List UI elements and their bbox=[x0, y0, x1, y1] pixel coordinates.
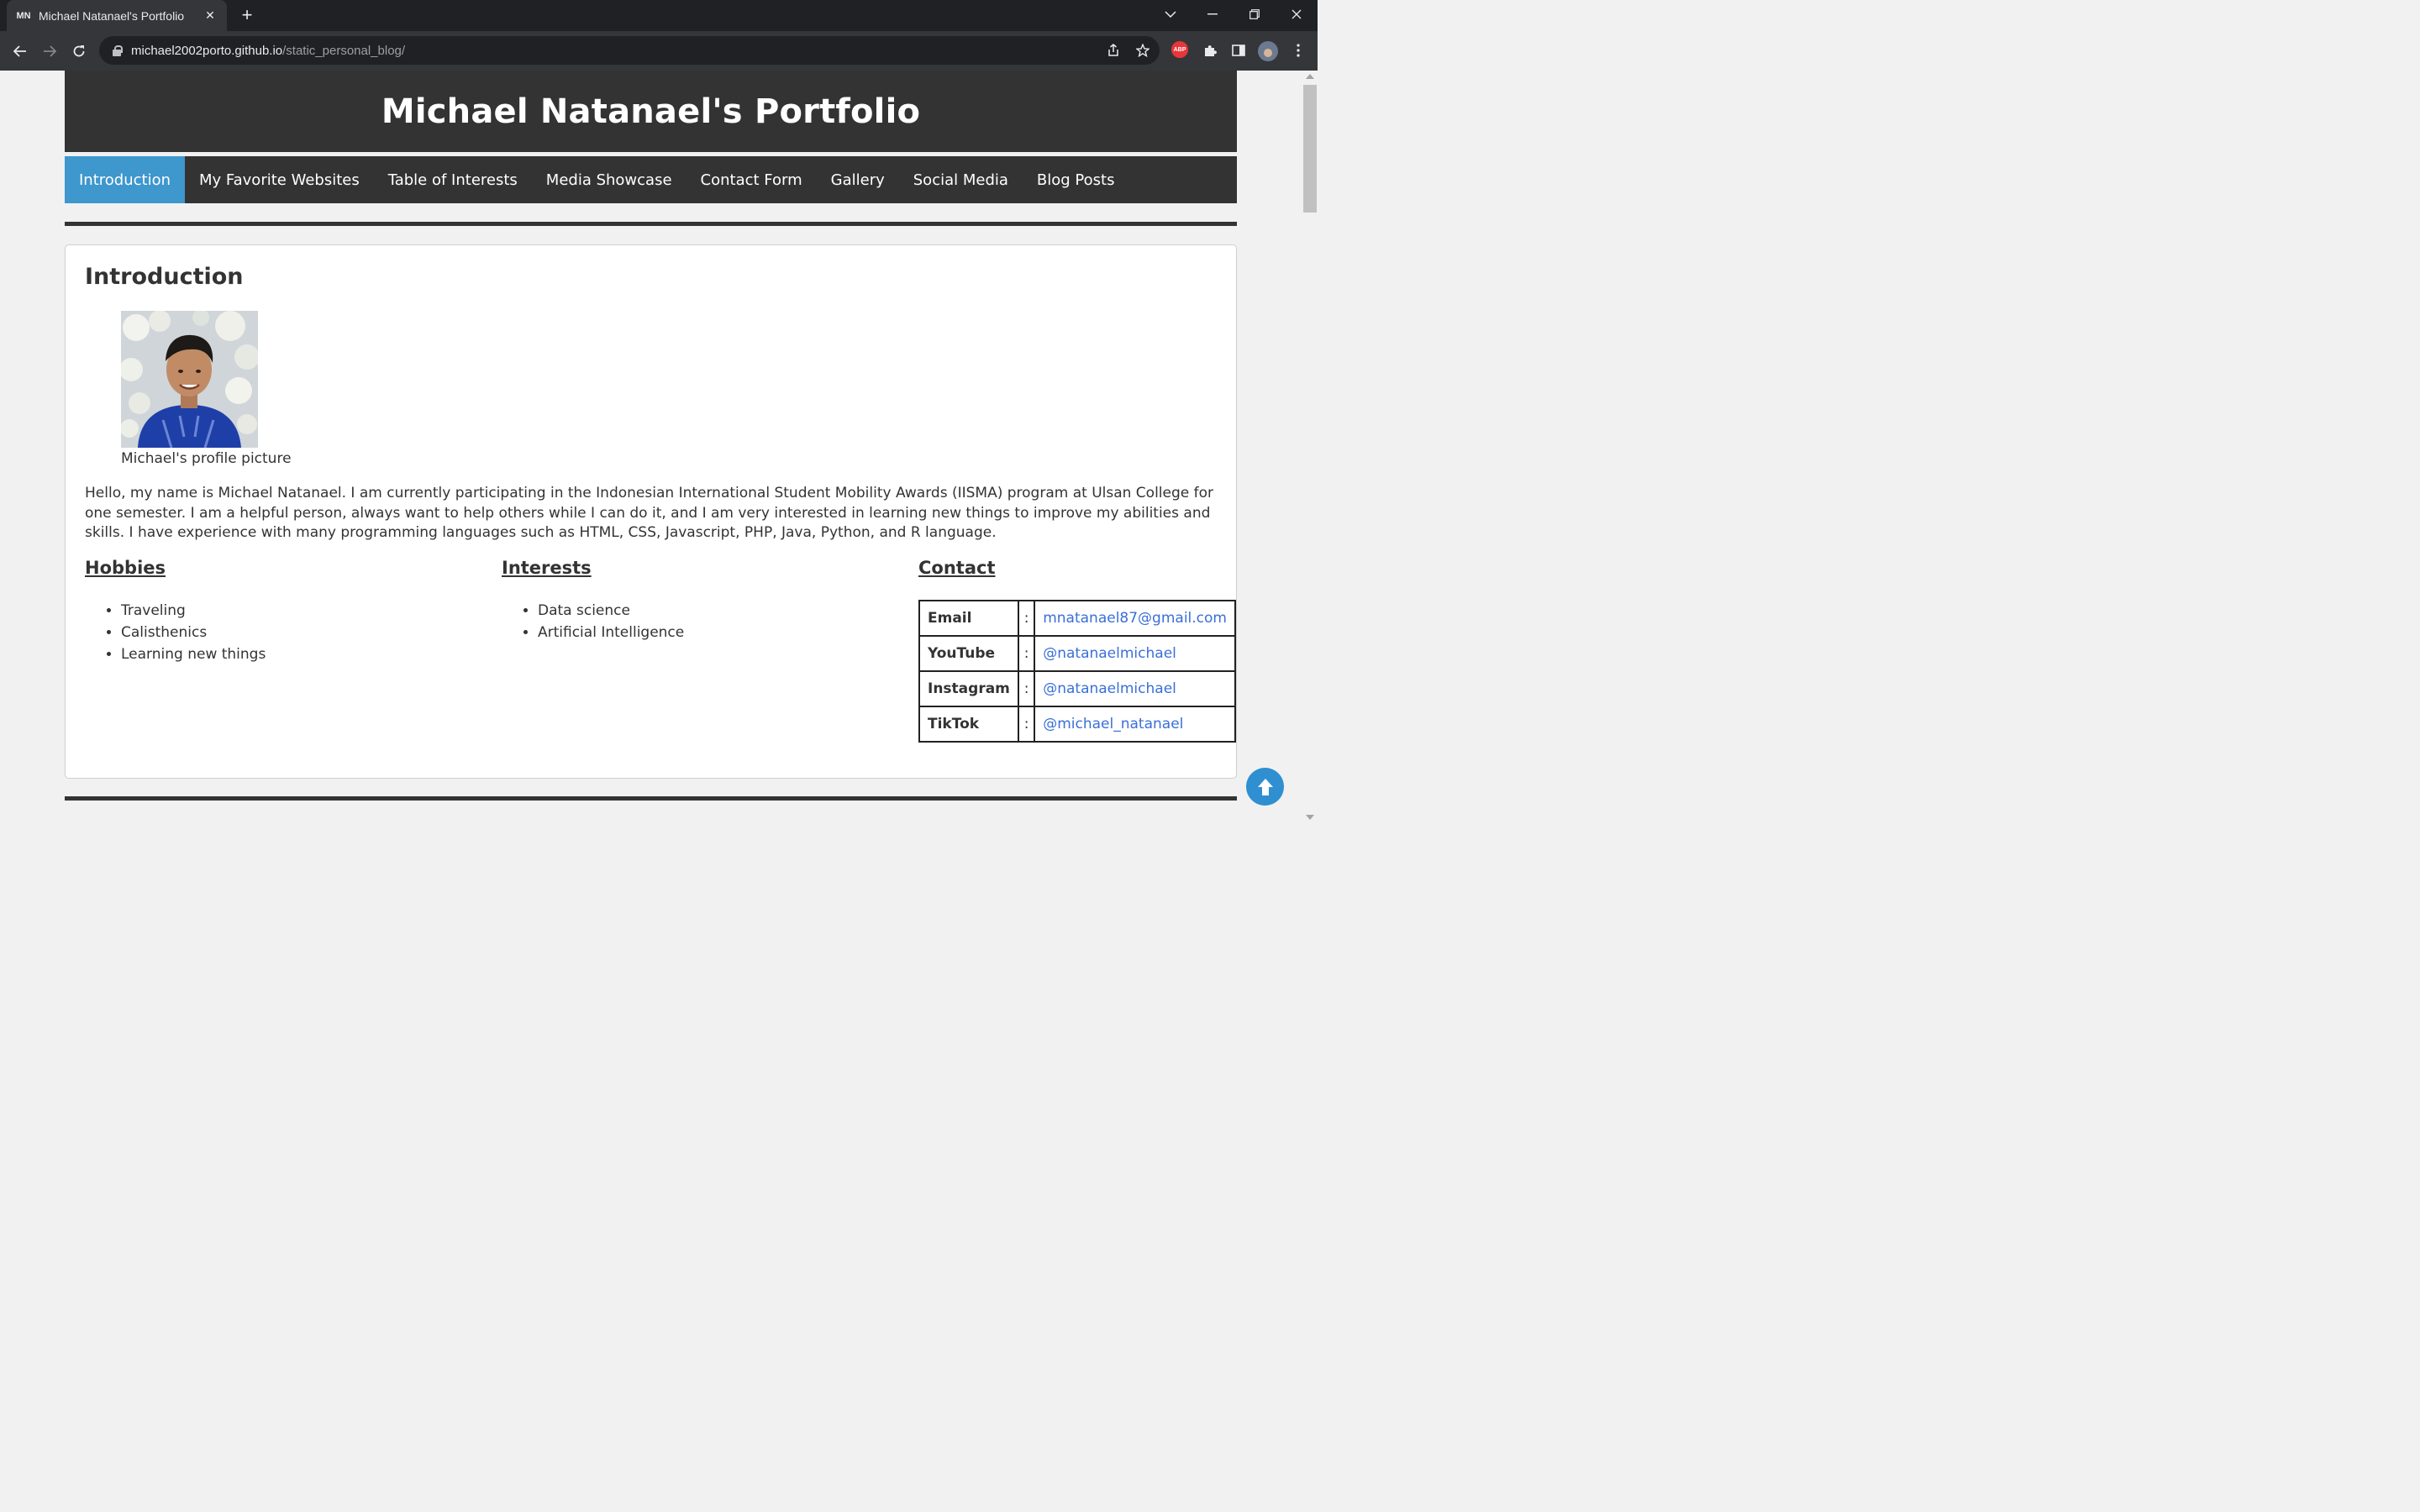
interests-list: Data science Artificial Intelligence bbox=[502, 600, 684, 643]
contact-column: Contact bbox=[918, 558, 996, 578]
restore-window-icon[interactable] bbox=[1234, 0, 1276, 29]
contact-instagram-link[interactable]: @natanaelmichael bbox=[1034, 670, 1236, 707]
site-title: Michael Natanael's Portfolio bbox=[381, 92, 921, 131]
contact-youtube-link[interactable]: @natanaelmichael bbox=[1034, 635, 1236, 672]
browser-toolbar: michael2002porto.github.io/static_person… bbox=[0, 31, 1318, 71]
hobbies-list: Traveling Calisthenics Learning new thin… bbox=[85, 600, 266, 665]
contact-separator: : bbox=[1017, 670, 1036, 707]
site-favicon-icon: MN bbox=[16, 10, 31, 21]
site-nav: Introduction My Favorite Websites Table … bbox=[65, 156, 1237, 203]
close-tab-icon[interactable]: ✕ bbox=[203, 8, 217, 23]
list-item: Learning new things bbox=[121, 643, 266, 665]
nav-item-table-of-interests[interactable]: Table of Interests bbox=[374, 156, 532, 203]
interests-column: Interests Data science Artificial Intell… bbox=[502, 558, 684, 643]
url-host: michael2002porto.github.io bbox=[131, 43, 283, 58]
list-item: Traveling bbox=[121, 600, 266, 622]
contact-email-link[interactable]: mnatanael87@gmail.com bbox=[1034, 600, 1236, 637]
adblock-plus-icon[interactable]: ABP bbox=[1171, 41, 1188, 58]
nav-item-media-showcase[interactable]: Media Showcase bbox=[532, 156, 687, 203]
scroll-down-arrow-icon[interactable] bbox=[1306, 815, 1314, 820]
bio-paragraph: Hello, my name is Michael Natanael. I am… bbox=[85, 485, 1214, 541]
new-tab-button[interactable]: + bbox=[237, 4, 257, 25]
nav-item-introduction[interactable]: Introduction bbox=[65, 156, 186, 203]
hobbies-heading: Hobbies bbox=[85, 558, 166, 578]
browser-tab[interactable]: MN Michael Natanael's Portfolio ✕ bbox=[7, 0, 227, 31]
contact-tiktok-link[interactable]: @michael_natanael bbox=[1034, 706, 1236, 743]
contact-separator: : bbox=[1017, 600, 1036, 637]
lock-icon bbox=[111, 45, 123, 56]
contact-separator: : bbox=[1017, 706, 1036, 743]
tab-title: Michael Natanael's Portfolio bbox=[39, 8, 185, 23]
contact-label: TikTok bbox=[918, 706, 1019, 743]
contact-label: Email bbox=[918, 600, 1019, 637]
url-path: /static_personal_blog/ bbox=[282, 43, 406, 58]
address-bar[interactable]: michael2002porto.github.io/static_person… bbox=[99, 36, 1160, 65]
contact-separator: : bbox=[1017, 635, 1036, 672]
nav-item-gallery[interactable]: Gallery bbox=[817, 156, 899, 203]
extensions-puzzle-icon[interactable] bbox=[1201, 41, 1219, 60]
close-window-icon[interactable] bbox=[1276, 0, 1318, 29]
contact-table: Email : mnatanael87@gmail.com YouTube : … bbox=[918, 600, 1236, 743]
side-panel-icon[interactable] bbox=[1229, 41, 1248, 60]
bookmark-star-icon[interactable] bbox=[1135, 43, 1150, 58]
nav-item-contact-form[interactable]: Contact Form bbox=[687, 156, 817, 203]
contact-label: YouTube bbox=[918, 635, 1019, 672]
contact-heading: Contact bbox=[918, 558, 996, 578]
forward-arrow-icon[interactable] bbox=[37, 39, 62, 64]
list-item: Calisthenics bbox=[121, 622, 266, 643]
browser-tab-strip: MN Michael Natanael's Portfolio ✕ + bbox=[0, 0, 1318, 31]
table-row: Email : mnatanael87@gmail.com bbox=[918, 600, 1236, 637]
section-divider bbox=[65, 796, 1237, 801]
page-scrollbar[interactable] bbox=[1302, 71, 1318, 823]
profile-picture bbox=[121, 311, 258, 448]
nav-item-favorite-websites[interactable]: My Favorite Websites bbox=[185, 156, 374, 203]
back-to-top-button[interactable] bbox=[1246, 768, 1284, 806]
section-divider bbox=[65, 222, 1237, 226]
hobbies-column: Hobbies Traveling Calisthenics Learning … bbox=[85, 558, 266, 665]
profile-caption: Michael's profile picture bbox=[121, 450, 292, 467]
table-row: TikTok : @michael_natanael bbox=[918, 706, 1236, 743]
introduction-section: Introduction Michael's profile picture H… bbox=[65, 244, 1237, 779]
list-item: Artificial Intelligence bbox=[538, 622, 684, 643]
arrow-up-icon bbox=[1257, 778, 1273, 795]
table-row: Instagram : @natanaelmichael bbox=[918, 670, 1236, 707]
site-header: Michael Natanael's Portfolio bbox=[65, 71, 1237, 152]
scrollbar-thumb[interactable] bbox=[1303, 85, 1317, 213]
interests-heading: Interests bbox=[502, 558, 592, 578]
contact-label: Instagram bbox=[918, 670, 1019, 707]
minimize-window-icon[interactable] bbox=[1192, 0, 1234, 29]
page-viewport: Michael Natanael's Portfolio Introductio… bbox=[0, 71, 1302, 823]
profile-avatar[interactable] bbox=[1258, 41, 1278, 61]
browser-menu-icon[interactable] bbox=[1289, 41, 1307, 60]
reload-icon[interactable] bbox=[66, 39, 92, 64]
back-arrow-icon[interactable] bbox=[8, 39, 33, 64]
nav-item-blog-posts[interactable]: Blog Posts bbox=[1023, 156, 1129, 203]
section-title: Introduction bbox=[85, 264, 244, 290]
nav-item-social-media[interactable]: Social Media bbox=[899, 156, 1023, 203]
list-item: Data science bbox=[538, 600, 684, 622]
share-icon[interactable] bbox=[1106, 43, 1121, 58]
table-row: YouTube : @natanaelmichael bbox=[918, 635, 1236, 672]
scroll-up-arrow-icon[interactable] bbox=[1306, 74, 1314, 79]
tab-search-chevron-icon[interactable] bbox=[1150, 0, 1192, 29]
